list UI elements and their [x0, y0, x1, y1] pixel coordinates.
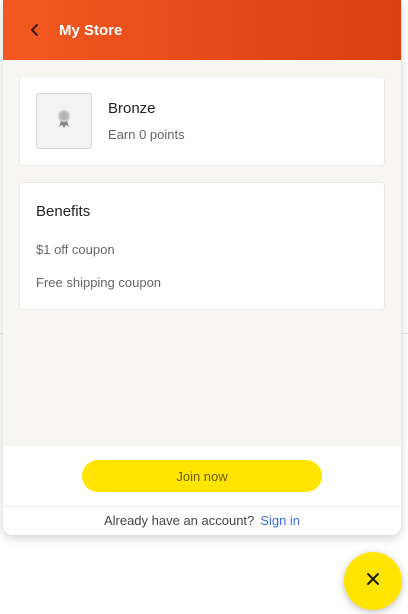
chevron-left-icon[interactable] [19, 14, 51, 46]
tier-badge [36, 93, 92, 149]
benefits-card: Benefits $1 off coupon Free shipping cou… [19, 182, 385, 310]
award-ribbon-icon [55, 109, 73, 134]
loyalty-panel: My Store Bronze Earn 0 points Benefits $… [3, 0, 401, 535]
signin-row: Already have an account? Sign in [3, 513, 401, 528]
sign-in-link[interactable]: Sign in [260, 513, 300, 528]
benefit-item: $1 off coupon [36, 242, 115, 257]
panel-header: My Store [3, 0, 401, 60]
join-now-button[interactable]: Join now [82, 460, 322, 492]
tier-name: Bronze [108, 100, 156, 117]
tier-card: Bronze Earn 0 points [19, 76, 385, 166]
account-prompt-text: Already have an account? [103, 513, 255, 528]
panel-footer: Join now Already have an account? Sign in [3, 446, 401, 535]
footer-divider [3, 506, 401, 507]
close-launcher-button[interactable] [344, 552, 402, 610]
close-icon [366, 572, 380, 591]
tier-points-text: Earn 0 points [108, 127, 185, 142]
benefits-title: Benefits [36, 203, 91, 220]
benefit-item: Free shipping coupon [36, 275, 162, 290]
page-title: My Store [59, 21, 123, 39]
